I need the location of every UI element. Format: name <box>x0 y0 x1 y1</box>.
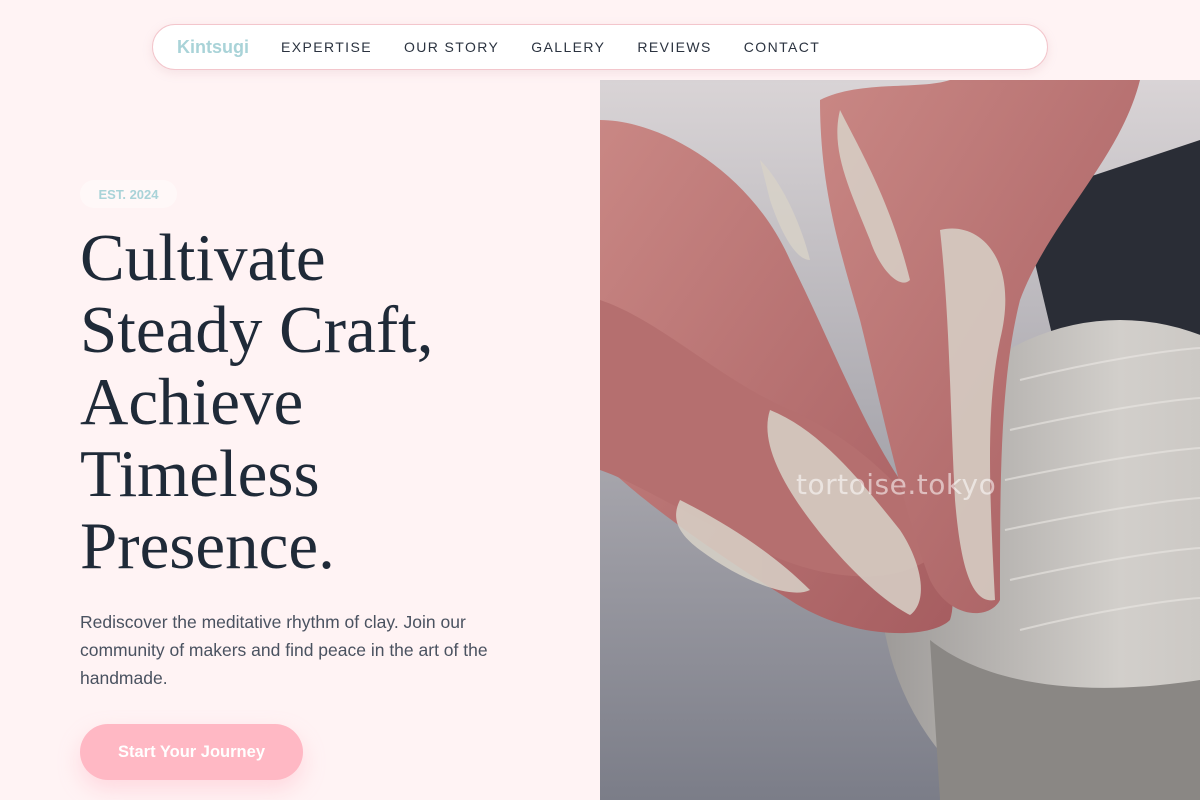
nav-link-expertise[interactable]: EXPERTISE <box>281 39 372 55</box>
top-navigation: Kintsugi EXPERTISE OUR STORY GALLERY REV… <box>152 24 1048 70</box>
nav-link-contact[interactable]: CONTACT <box>744 39 820 55</box>
nav-link-our-story[interactable]: OUR STORY <box>404 39 499 55</box>
pottery-hands-image: tortoise.tokyo <box>600 80 1200 800</box>
headline-line-2: Steady Craft, <box>80 293 434 367</box>
headline-line-5: Presence. <box>80 509 335 583</box>
headline-line-4: Timeless <box>80 437 320 511</box>
nav-link-reviews[interactable]: REVIEWS <box>637 39 711 55</box>
pottery-illustration <box>600 80 1200 800</box>
brand-logo[interactable]: Kintsugi <box>177 37 249 58</box>
nav-link-gallery[interactable]: GALLERY <box>531 39 605 55</box>
established-badge: EST. 2024 <box>80 180 177 208</box>
image-watermark: tortoise.tokyo <box>796 468 997 501</box>
hero-description: Rediscover the meditative rhythm of clay… <box>80 612 488 688</box>
start-journey-button[interactable]: Start Your Journey <box>80 724 303 780</box>
hero-headline: Cultivate Steady Craft, Achieve Timeless… <box>80 222 560 582</box>
headline-line-3: Achieve <box>80 365 304 439</box>
headline-line-1: Cultivate <box>80 221 326 295</box>
